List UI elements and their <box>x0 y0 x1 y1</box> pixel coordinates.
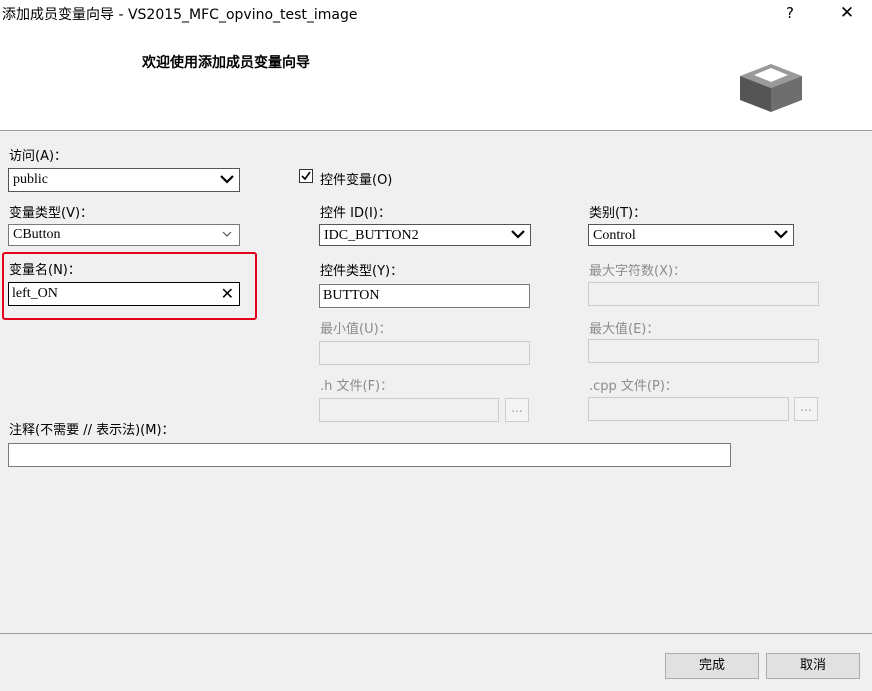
var-name-input[interactable]: left_ON ✕ <box>8 282 240 306</box>
access-value: public <box>13 172 48 187</box>
header-title: 欢迎使用添加成员变量向导 <box>142 55 310 71</box>
comment-input[interactable] <box>8 443 731 467</box>
var-name-label: 变量名(N)： <box>9 263 81 278</box>
max-value-label: 最大值(E)： <box>589 322 660 337</box>
help-button[interactable]: ? <box>778 0 802 26</box>
control-id-value: IDC_BUTTON2 <box>324 228 419 243</box>
h-file-label: .h 文件(F)： <box>320 379 394 394</box>
min-value-label: 最小值(U)： <box>320 322 392 337</box>
max-chars-label: 最大字符数(X)： <box>589 264 687 279</box>
cpp-file-browse-button: ... <box>794 397 818 421</box>
control-type-input[interactable]: BUTTON <box>319 284 530 308</box>
footer-divider <box>0 633 872 634</box>
chevron-down-icon <box>220 175 234 184</box>
h-file-input <box>319 398 499 422</box>
var-type-combo[interactable]: CButton <box>8 224 240 246</box>
cpp-file-label: .cpp 文件(P)： <box>589 379 678 394</box>
title-bar: 添加成员变量向导 - VS2015_MFC_opvino_test_image … <box>0 0 872 28</box>
clear-icon[interactable]: ✕ <box>221 285 234 303</box>
access-combo[interactable]: public <box>8 168 240 192</box>
chevron-down-icon <box>222 231 232 237</box>
finish-button[interactable]: 完成 <box>665 653 759 679</box>
cpp-file-input <box>588 397 789 421</box>
wizard-box-icon <box>740 64 802 112</box>
category-label: 类别(T)： <box>589 206 647 221</box>
control-id-combo[interactable]: IDC_BUTTON2 <box>319 224 531 246</box>
chevron-down-icon <box>774 230 788 239</box>
min-value-input <box>319 341 530 365</box>
comment-label: 注释(不需要 // 表示法)(M)： <box>9 423 175 438</box>
category-value: Control <box>593 228 636 243</box>
close-button[interactable]: ✕ <box>832 0 862 26</box>
control-id-label: 控件 ID(I)： <box>320 206 391 221</box>
control-type-label: 控件类型(Y)： <box>320 264 404 279</box>
cancel-button[interactable]: 取消 <box>766 653 860 679</box>
check-icon <box>301 171 311 181</box>
control-var-checkbox[interactable] <box>299 169 313 183</box>
max-chars-input <box>588 282 819 306</box>
chevron-down-icon <box>511 230 525 239</box>
wizard-header: 欢迎使用添加成员变量向导 <box>0 28 872 131</box>
var-type-label: 变量类型(V)： <box>9 206 94 221</box>
h-file-browse-button: ... <box>505 398 529 422</box>
window-title: 添加成员变量向导 - VS2015_MFC_opvino_test_image <box>2 7 358 23</box>
max-value-input <box>588 339 819 363</box>
control-var-label: 控件变量(O) <box>320 173 393 188</box>
var-type-value: CButton <box>13 227 61 242</box>
var-name-value: left_ON <box>12 286 58 301</box>
category-combo[interactable]: Control <box>588 224 794 246</box>
control-type-value: BUTTON <box>323 288 380 303</box>
access-label: 访问(A)： <box>9 149 68 164</box>
